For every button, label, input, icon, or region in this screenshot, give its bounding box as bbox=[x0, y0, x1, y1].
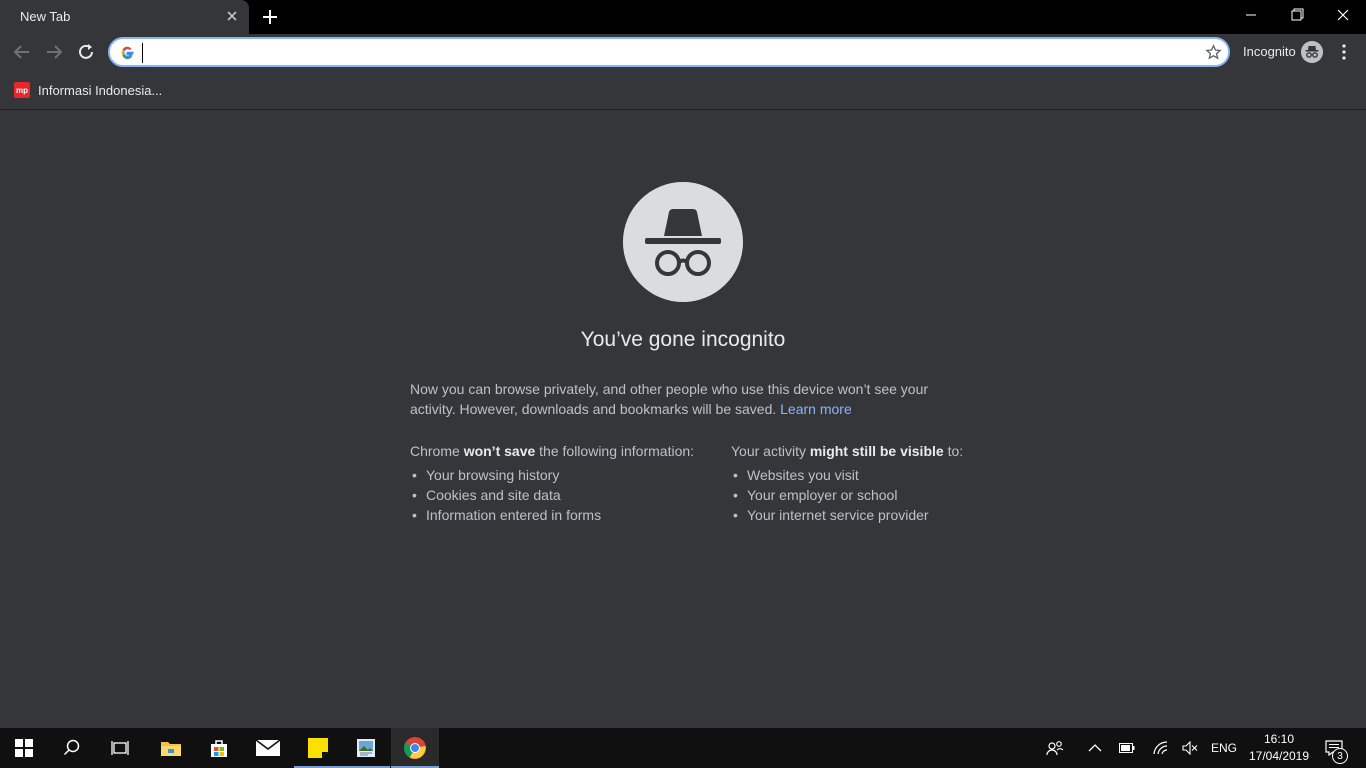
start-button[interactable] bbox=[0, 728, 48, 768]
taskbar: ENG 16:10 17/04/2019 3 bbox=[0, 728, 1366, 768]
still-visible-list: Websites you visit Your employer or scho… bbox=[731, 465, 1031, 525]
network-button[interactable] bbox=[1147, 728, 1173, 768]
mail-button[interactable] bbox=[244, 728, 292, 768]
volume-muted-icon bbox=[1182, 741, 1198, 755]
still-visible-section: Your activity might still be visible to:… bbox=[731, 443, 1031, 525]
wont-save-heading: Chrome won’t save the following informat… bbox=[410, 443, 695, 459]
minimize-button[interactable] bbox=[1228, 0, 1274, 30]
forward-button[interactable] bbox=[43, 41, 65, 63]
wifi-icon bbox=[1153, 741, 1168, 755]
notification-count-badge: 3 bbox=[1332, 748, 1348, 764]
new-tab-button[interactable] bbox=[261, 8, 279, 26]
windows-logo-icon bbox=[15, 739, 33, 757]
battery-icon bbox=[1119, 743, 1135, 753]
folder-icon bbox=[161, 742, 181, 756]
language-indicator[interactable]: ENG bbox=[1208, 728, 1240, 768]
still-visible-heading: Your activity might still be visible to: bbox=[731, 443, 964, 459]
clock-time: 16:10 bbox=[1263, 732, 1295, 746]
bookmark-favicon: mp bbox=[14, 82, 30, 98]
people-button[interactable] bbox=[1040, 728, 1070, 768]
address-bar[interactable] bbox=[108, 37, 1230, 67]
show-hidden-icons-button[interactable] bbox=[1082, 728, 1108, 768]
list-item: Your employer or school bbox=[731, 485, 1031, 505]
window-close-button[interactable] bbox=[1320, 0, 1366, 30]
search-icon bbox=[63, 739, 80, 756]
wont-save-list: Your browsing history Cookies and site d… bbox=[410, 465, 720, 525]
incognito-avatar-icon[interactable] bbox=[1301, 41, 1323, 63]
address-input[interactable] bbox=[142, 43, 1192, 63]
incognito-label[interactable]: Incognito bbox=[1243, 44, 1296, 59]
restore-button[interactable] bbox=[1274, 0, 1320, 30]
close-tab-icon[interactable] bbox=[224, 8, 240, 24]
file-explorer-button[interactable] bbox=[147, 728, 195, 768]
menu-dots-icon[interactable] bbox=[1336, 42, 1352, 62]
list-item: Your internet service provider bbox=[731, 505, 1031, 525]
google-icon bbox=[121, 46, 134, 60]
reload-button[interactable] bbox=[75, 41, 97, 63]
sticky-notes-icon bbox=[308, 738, 328, 758]
battery-button[interactable] bbox=[1114, 728, 1140, 768]
tab-title: New Tab bbox=[20, 9, 71, 24]
title-bar: New Tab bbox=[0, 0, 1366, 34]
people-icon bbox=[1046, 741, 1064, 756]
bookmark-item[interactable]: mp Informasi Indonesia... bbox=[8, 78, 162, 102]
list-item: Websites you visit bbox=[731, 465, 1031, 485]
search-button[interactable] bbox=[48, 728, 96, 768]
clock-date: 17/04/2019 bbox=[1248, 749, 1310, 763]
tab-new-tab[interactable]: New Tab bbox=[0, 0, 249, 34]
list-item: Your browsing history bbox=[410, 465, 720, 485]
chevron-up-icon bbox=[1088, 744, 1102, 752]
list-item: Information entered in forms bbox=[410, 505, 720, 525]
image-viewer-button[interactable] bbox=[342, 728, 390, 768]
wont-save-section: Chrome won’t save the following informat… bbox=[410, 443, 720, 525]
clock[interactable]: 16:10 17/04/2019 bbox=[1244, 728, 1314, 768]
sticky-notes-button[interactable] bbox=[294, 728, 342, 768]
learn-more-link[interactable]: Learn more bbox=[780, 401, 852, 417]
task-view-icon bbox=[111, 741, 129, 755]
page-heading: You’ve gone incognito bbox=[580, 328, 786, 351]
toolbar: Incognito bbox=[0, 34, 1366, 70]
back-button[interactable] bbox=[11, 41, 33, 63]
list-item: Cookies and site data bbox=[410, 485, 720, 505]
bookmark-label: Informasi Indonesia... bbox=[38, 82, 163, 98]
bookmark-star-icon[interactable] bbox=[1205, 44, 1222, 61]
store-icon bbox=[211, 740, 227, 757]
incognito-logo-icon bbox=[623, 182, 743, 302]
intro-paragraph: Now you can browse privately, and other … bbox=[410, 379, 970, 419]
store-button[interactable] bbox=[195, 728, 243, 768]
task-view-button[interactable] bbox=[96, 728, 144, 768]
mail-icon bbox=[256, 740, 280, 756]
chrome-icon bbox=[404, 737, 426, 759]
bookmarks-bar: mp Informasi Indonesia... bbox=[0, 70, 1366, 110]
incognito-page: You’ve gone incognito Now you can browse… bbox=[0, 110, 1366, 728]
image-viewer-icon bbox=[357, 739, 375, 757]
chrome-button[interactable] bbox=[391, 728, 439, 768]
volume-button[interactable] bbox=[1177, 728, 1203, 768]
